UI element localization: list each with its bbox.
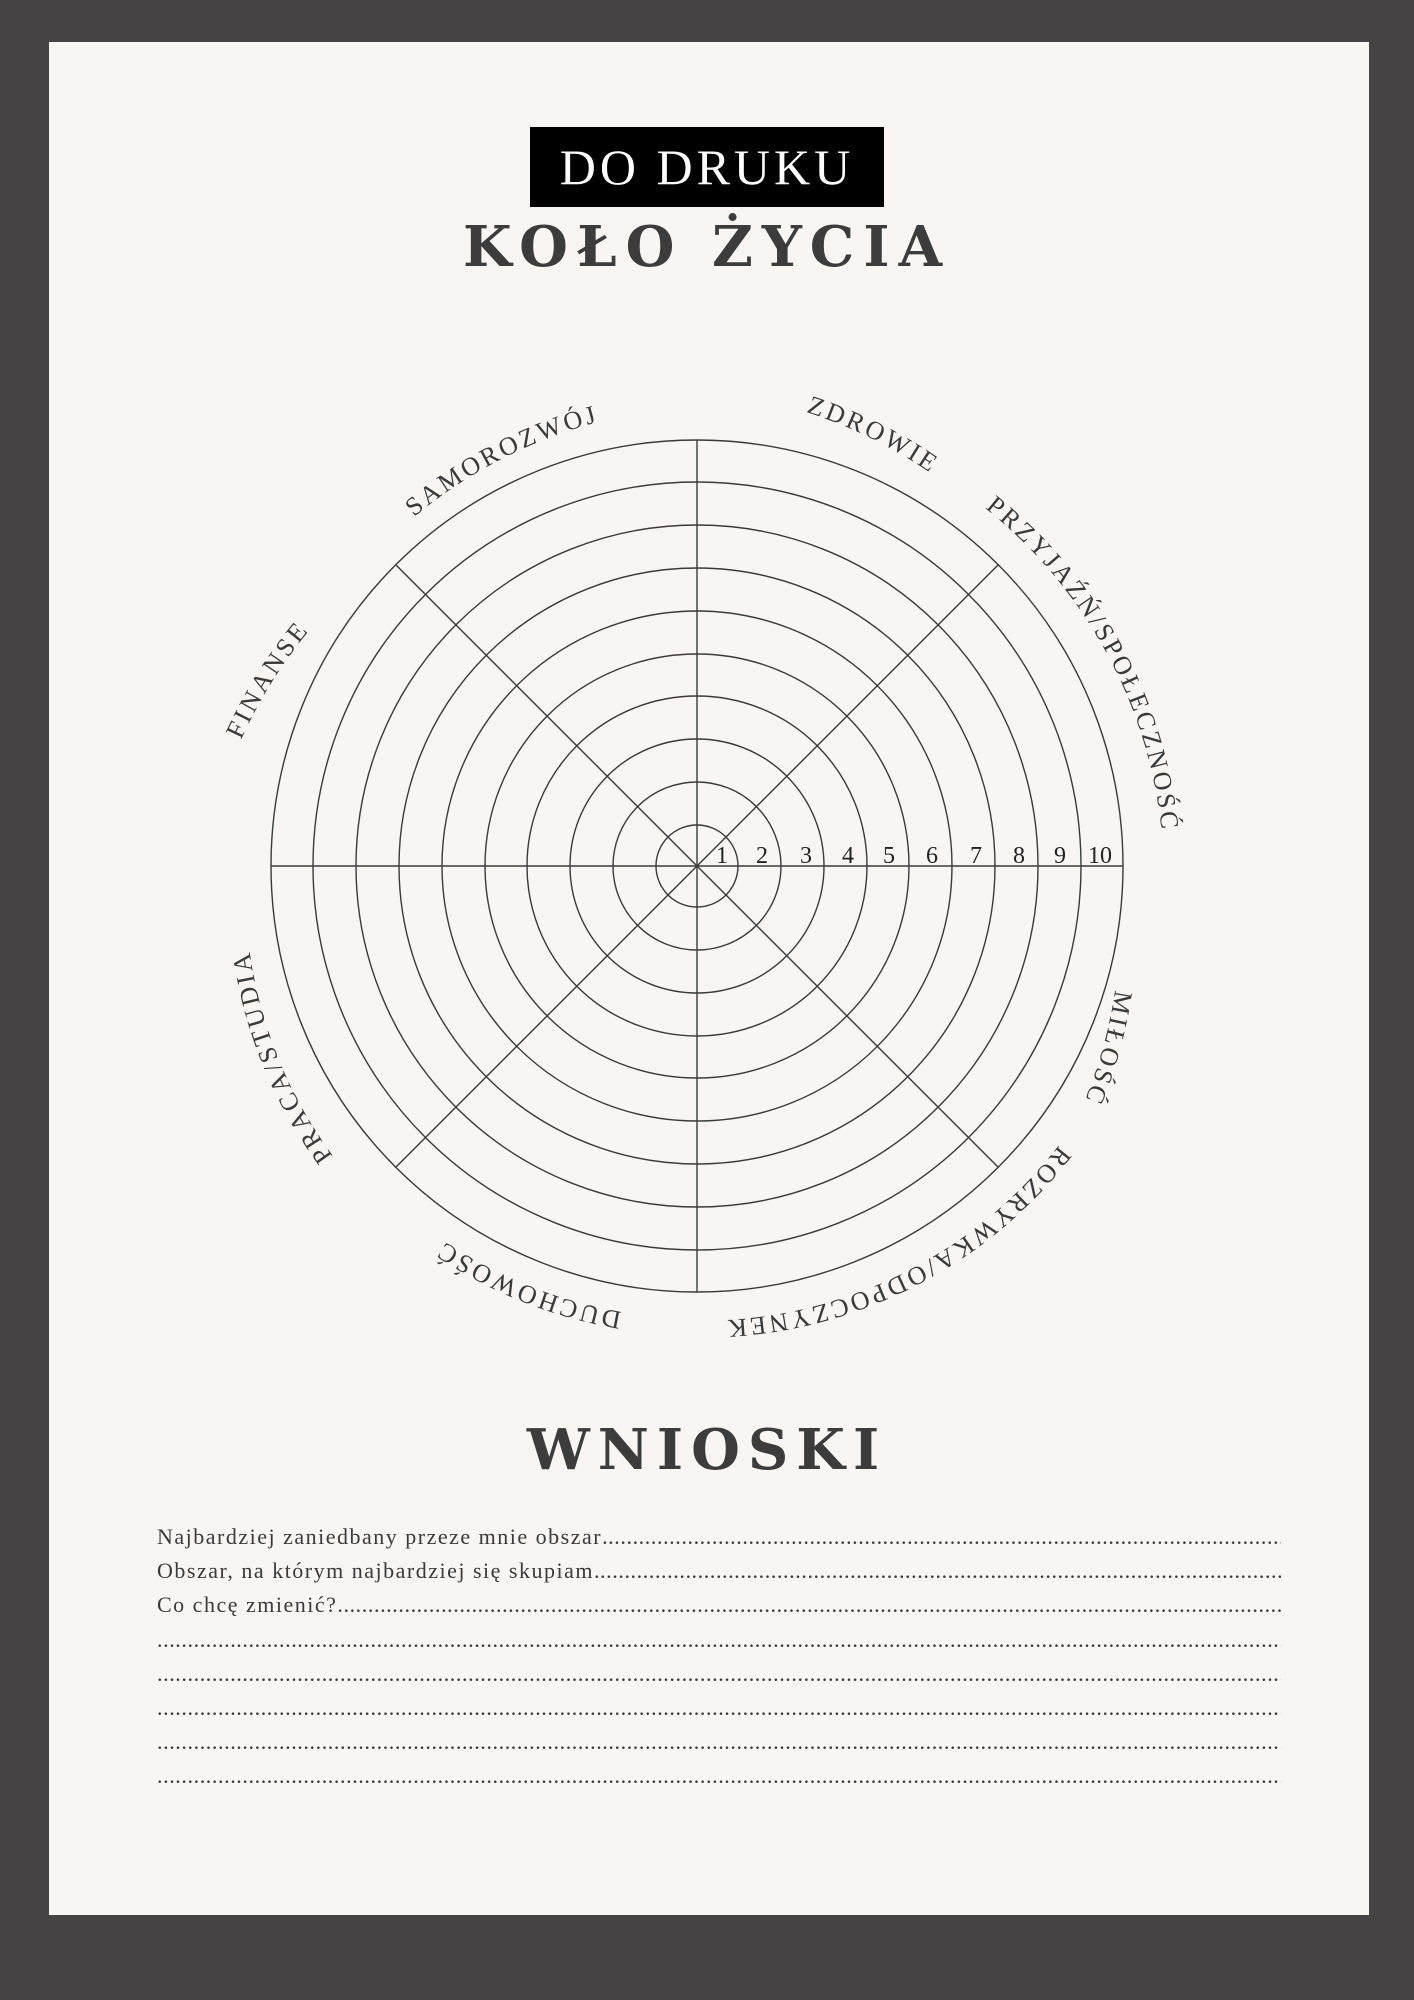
scale-number-2: 2 (756, 843, 768, 869)
conclusion-line[interactable]: Obszar, na którym najbardziej się skupia… (157, 1558, 1281, 1592)
dotted-fill-line: ........................................… (157, 1729, 1281, 1755)
conclusions-title: WNIOSKI (526, 1417, 888, 1483)
area-label-finanse: FINANSE (220, 615, 315, 743)
dotted-fill-line: ........................................… (593, 1558, 1281, 1584)
scale-number-6: 6 (926, 843, 938, 869)
scale-number-1: 1 (716, 843, 728, 869)
conclusion-line[interactable]: Co chcę zmienić? .......................… (157, 1592, 1281, 1626)
wheel-spokes (271, 440, 1123, 1292)
conclusion-prompt: Obszar, na którym najbardziej się skupia… (157, 1558, 594, 1584)
dotted-fill-line: ........................................… (157, 1694, 1281, 1720)
area-label-duchowosc: DUCHOWOŚĆ (430, 1235, 623, 1335)
conclusion-line[interactable]: ........................................… (157, 1695, 1281, 1729)
scale-numbers: 1 2 3 4 5 6 7 8 9 10 (716, 843, 1112, 869)
area-label-praca: PRACA/STUDIA (226, 948, 337, 1169)
scale-number-3: 3 (800, 843, 812, 869)
scale-number-8: 8 (1013, 843, 1025, 869)
scale-number-7: 7 (970, 843, 982, 869)
dotted-fill-line: ........................................… (602, 1524, 1281, 1549)
dotted-fill-line: ........................................… (157, 1763, 1281, 1789)
conclusion-line[interactable]: ........................................… (157, 1627, 1281, 1661)
conclusion-line[interactable]: Najbardziej zaniedbany przeze mnie obsza… (157, 1524, 1281, 1558)
conclusion-prompt: Najbardziej zaniedbany przeze mnie obsza… (157, 1524, 603, 1549)
dotted-fill-line: ........................................… (157, 1660, 1281, 1686)
conclusion-line[interactable]: ........................................… (157, 1729, 1281, 1763)
conclusion-line[interactable]: ........................................… (157, 1661, 1281, 1695)
scale-number-5: 5 (883, 843, 895, 869)
conclusion-prompt: Co chcę zmienić? (157, 1592, 338, 1618)
conclusion-line[interactable]: ........................................… (157, 1763, 1281, 1797)
area-label-zdrowie: ZDROWIE (804, 390, 945, 479)
area-label-milosc: MIŁOŚĆ (1079, 989, 1138, 1110)
scale-number-4: 4 (842, 843, 854, 869)
dotted-fill-line: ........................................… (157, 1626, 1281, 1652)
dotted-fill-line: ........................................… (337, 1592, 1281, 1618)
area-label-przyjazn: PRZYJAŹŃ/SPOŁECZNOŚĆ (981, 490, 1185, 833)
scale-number-10: 10 (1088, 843, 1112, 869)
conclusions-lines: Najbardziej zaniedbany przeze mnie obsza… (157, 1524, 1281, 1798)
scale-number-9: 9 (1054, 843, 1066, 869)
